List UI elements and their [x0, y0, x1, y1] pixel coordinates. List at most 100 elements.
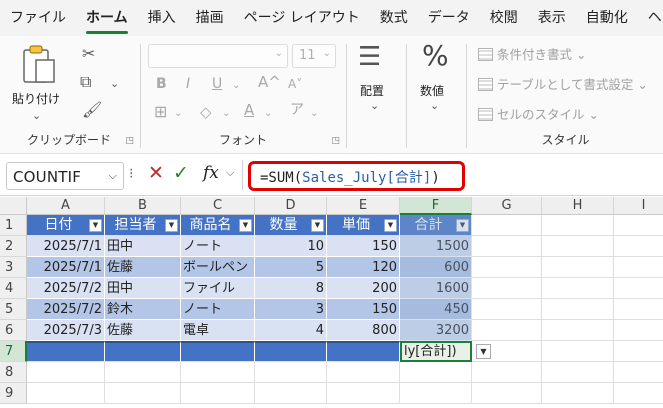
table-cell[interactable]: 5	[255, 257, 327, 278]
empty-cell[interactable]	[542, 362, 614, 383]
table-cell[interactable]: 200	[327, 278, 400, 299]
empty-cell[interactable]	[400, 383, 472, 404]
row-header-7[interactable]: 7	[0, 341, 27, 362]
empty-cell[interactable]	[542, 299, 614, 320]
column-header-i[interactable]: I	[614, 197, 663, 215]
italic-icon[interactable]: I	[186, 76, 190, 92]
table-cell[interactable]: 600	[400, 257, 472, 278]
table-cell[interactable]: 佐藤	[105, 257, 181, 278]
table-cell[interactable]: 2025/7/3	[27, 320, 105, 341]
table-cell[interactable]: 田中	[105, 236, 181, 257]
empty-cell[interactable]	[472, 215, 542, 236]
borders-icon[interactable]: ⊞	[154, 104, 167, 120]
font-name-combo[interactable]: ⌄	[148, 44, 288, 68]
table-cell[interactable]: 2025/7/1	[27, 236, 105, 257]
table-cell[interactable]: 2025/7/2	[27, 278, 105, 299]
conditional-formatting-button[interactable]: 条件付き書式 ⌄	[478, 44, 586, 63]
column-header-h[interactable]: H	[542, 197, 614, 215]
empty-cell[interactable]	[472, 362, 542, 383]
total-row-dropdown-icon[interactable]: ▼	[476, 344, 491, 359]
empty-cell[interactable]	[542, 278, 614, 299]
table-cell[interactable]: ファイル	[181, 278, 255, 299]
chevron-down-icon[interactable]: ⌵	[109, 169, 117, 183]
paste-button[interactable]: 貼り付け ⌄	[12, 44, 68, 126]
table-total-cell[interactable]	[27, 341, 105, 362]
empty-cell[interactable]	[472, 278, 542, 299]
formula-input[interactable]: =SUM(Sales_July[合計])	[248, 161, 465, 191]
tab-8[interactable]: 表示	[528, 0, 576, 36]
bold-icon[interactable]: B	[156, 76, 167, 92]
empty-cell[interactable]	[614, 215, 663, 236]
select-all-corner[interactable]	[0, 197, 27, 215]
table-cell[interactable]: 2025/7/1	[27, 257, 105, 278]
tab-4[interactable]: ページ レイアウト	[234, 0, 370, 36]
table-cell[interactable]: 10	[255, 236, 327, 257]
chevron-down-icon[interactable]: ⌵	[226, 166, 234, 180]
column-header-a[interactable]: A	[27, 197, 105, 215]
phonetic-dropdown-icon[interactable]: ⌄	[310, 106, 318, 122]
tab-6[interactable]: データ	[418, 0, 480, 36]
enter-icon[interactable]: ✓	[173, 162, 189, 184]
empty-cell[interactable]	[542, 236, 614, 257]
clipboard-launcher-icon[interactable]: ◳	[125, 136, 134, 146]
tab-0[interactable]: ファイル	[0, 0, 76, 36]
filter-dropdown-icon[interactable]: ▼	[456, 219, 469, 232]
copy-icon[interactable]: ⧉	[80, 74, 91, 90]
empty-cell[interactable]	[614, 362, 663, 383]
table-total-cell[interactable]	[105, 341, 181, 362]
fill-color-icon[interactable]: ◇	[200, 104, 212, 120]
empty-cell[interactable]	[255, 362, 327, 383]
table-cell[interactable]: 3	[255, 299, 327, 320]
empty-cell[interactable]	[472, 236, 542, 257]
font-color-dropdown-icon[interactable]: ⌄	[264, 106, 272, 122]
empty-cell[interactable]	[614, 383, 663, 404]
empty-cell[interactable]	[542, 215, 614, 236]
empty-cell[interactable]	[27, 383, 105, 404]
table-cell[interactable]: ノート	[181, 236, 255, 257]
filter-dropdown-icon[interactable]: ▼	[165, 219, 178, 232]
column-header-c[interactable]: C	[181, 197, 255, 215]
empty-cell[interactable]	[614, 236, 663, 257]
empty-cell[interactable]	[542, 257, 614, 278]
row-header-2[interactable]: 2	[0, 236, 27, 257]
empty-cell[interactable]	[614, 257, 663, 278]
table-cell[interactable]: 鈴木	[105, 299, 181, 320]
table-cell[interactable]: 150	[327, 299, 400, 320]
filter-dropdown-icon[interactable]: ▼	[89, 219, 102, 232]
name-box[interactable]: COUNTIF ⌵	[6, 162, 124, 190]
empty-cell[interactable]	[327, 383, 400, 404]
font-size-combo[interactable]: 11 ⌄	[292, 44, 336, 68]
tab-1[interactable]: ホーム	[76, 0, 138, 36]
empty-cell[interactable]	[181, 383, 255, 404]
empty-cell[interactable]	[472, 299, 542, 320]
paste-dropdown-icon[interactable]: ⌄	[32, 108, 41, 124]
row-header-1[interactable]: 1	[0, 215, 27, 236]
table-cell[interactable]: 2025/7/2	[27, 299, 105, 320]
row-header-8[interactable]: 8	[0, 362, 27, 383]
copy-dropdown-icon[interactable]: ⌄	[110, 76, 119, 92]
decrease-font-icon[interactable]: A˅	[288, 76, 302, 92]
table-total-cell[interactable]	[327, 341, 400, 362]
table-cell[interactable]: 佐藤	[105, 320, 181, 341]
underline-dropdown-icon[interactable]: ⌄	[232, 78, 240, 94]
table-cell[interactable]: 800	[327, 320, 400, 341]
empty-cell[interactable]	[614, 278, 663, 299]
table-cell[interactable]: ノート	[181, 299, 255, 320]
empty-cell[interactable]	[400, 362, 472, 383]
insert-function-icon[interactable]: fx	[203, 163, 219, 183]
tab-10[interactable]: ヘル	[638, 0, 663, 36]
tab-9[interactable]: 自動化	[576, 0, 638, 36]
empty-cell[interactable]	[472, 383, 542, 404]
empty-cell[interactable]	[542, 341, 614, 362]
empty-cell[interactable]	[614, 299, 663, 320]
tab-5[interactable]: 数式	[370, 0, 418, 36]
empty-cell[interactable]	[181, 362, 255, 383]
filter-dropdown-icon[interactable]: ▼	[384, 219, 397, 232]
increase-font-icon[interactable]: A^	[258, 74, 281, 90]
table-cell[interactable]: 1500	[400, 236, 472, 257]
table-cell[interactable]: 電卓	[181, 320, 255, 341]
empty-cell[interactable]	[542, 383, 614, 404]
filter-dropdown-icon[interactable]: ▼	[311, 219, 324, 232]
table-total-cell[interactable]	[181, 341, 255, 362]
table-cell[interactable]: ボールペン	[181, 257, 255, 278]
